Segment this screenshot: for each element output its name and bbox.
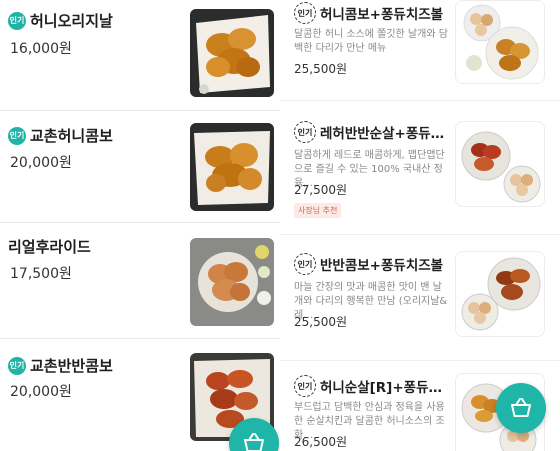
popular-badge: 인기 [294, 253, 316, 275]
menu-item-red-honey-half-boneless[interactable]: 인기 레허반반순살+퐁듀… 달콤하게 레드로 매콤하게, 맵단맵단으로 즐길 수… [280, 101, 560, 226]
menu-item-name: 교촌반반콤보 [30, 357, 113, 375]
menu-item-name: 리얼후라이드 [8, 238, 91, 256]
menu-item-name: 반반콤보+퐁듀치즈볼 [320, 258, 444, 274]
popular-badge: 인기 [8, 11, 26, 30]
food-image [455, 121, 545, 207]
owner-pick-tag: 사장님 추천 [294, 203, 342, 218]
menu-item-real-fried[interactable]: 리얼후라이드 17,500원 [0, 223, 280, 338]
menu-item-price: 27,500원 [294, 183, 348, 197]
menu-item-price: 17,500원 [10, 266, 72, 282]
left-menu-list: 인기 허니오리지날 16,000원 인기 교촌허니콤보 20,000원 리얼후라… [0, 0, 280, 451]
popular-badge: 인기 [8, 356, 26, 375]
popular-badge: 인기 [8, 126, 26, 145]
menu-item-honey-combo-cheese[interactable]: 인기 허니콤보+퐁듀치즈볼 달콤한 허니 소스에 쫄깃한 날개와 담백한 다리가… [280, 0, 560, 100]
menu-item-name: 교촌허니콤보 [30, 127, 113, 145]
menu-item-price: 16,000원 [10, 41, 72, 57]
menu-item-price: 20,000원 [10, 155, 72, 171]
menu-item-name: 허니콤보+퐁듀치즈볼 [320, 7, 444, 23]
food-image [455, 0, 545, 84]
popular-badge: 인기 [294, 121, 316, 143]
menu-item-price: 25,500원 [294, 62, 348, 76]
popular-badge: 인기 [294, 2, 316, 24]
food-image [190, 123, 274, 211]
menu-item-price: 20,000원 [10, 384, 72, 400]
menu-item-name: 레허반반순살+퐁듀… [320, 126, 445, 142]
menu-item-price: 26,500원 [294, 435, 348, 449]
food-image [190, 238, 274, 326]
cart-button[interactable] [496, 383, 546, 433]
menu-item-price: 25,500원 [294, 315, 348, 329]
menu-item-half-combo-cheese[interactable]: 인기 반반콤보+퐁듀치즈볼 마늘 간장의 맛과 매콤한 맛이 밴 날개와 다리의… [280, 235, 560, 355]
basket-icon [511, 398, 531, 417]
menu-item-name: 허니오리지날 [30, 12, 113, 30]
food-image [190, 9, 274, 97]
food-image [455, 251, 545, 337]
menu-item-kyochon-honey-combo[interactable]: 인기 교촌허니콤보 20,000원 [0, 111, 280, 221]
menu-item-honey-original[interactable]: 인기 허니오리지날 16,000원 [0, 0, 280, 110]
popular-badge: 인기 [294, 375, 316, 397]
basket-icon [244, 433, 264, 451]
menu-item-description: 달콤한 허니 소스에 쫄깃한 날개와 담백한 다리가 만난 메뉴 [294, 29, 448, 54]
menu-item-name: 허니순살[R]+퐁듀치… [319, 380, 454, 396]
